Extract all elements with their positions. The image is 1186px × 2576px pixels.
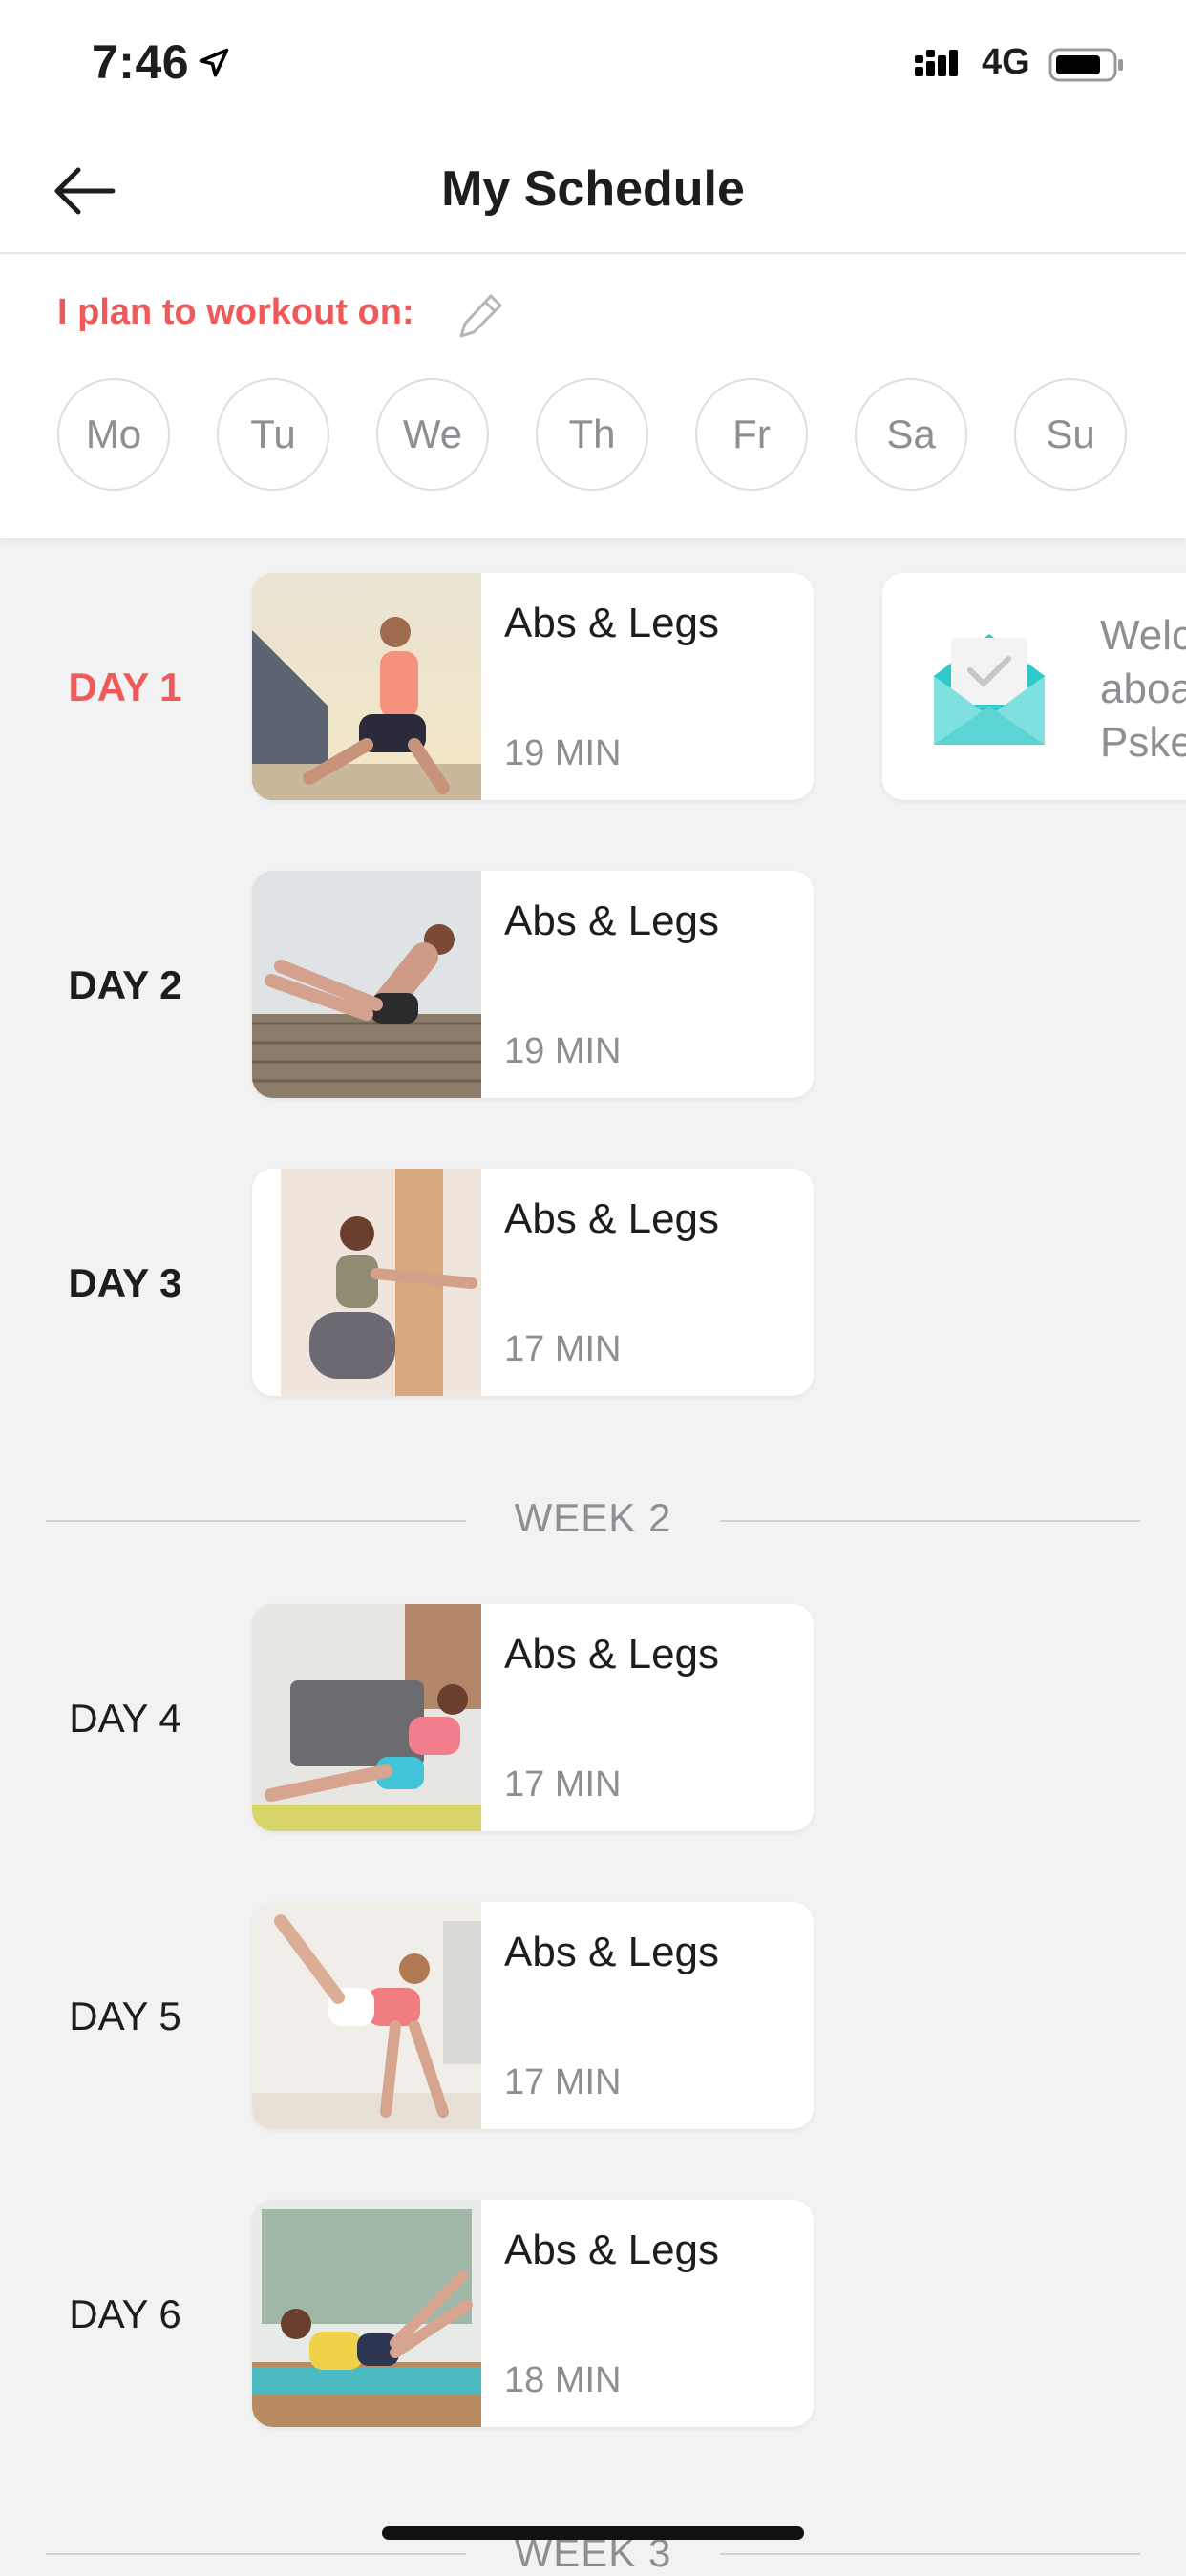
workout-thumbnail bbox=[252, 871, 481, 1098]
weekday-toggle-th[interactable]: Th bbox=[536, 378, 648, 491]
workout-card[interactable]: Abs & Legs 19 MIN bbox=[252, 573, 814, 800]
workout-card[interactable]: Abs & Legs 19 MIN bbox=[252, 871, 814, 1098]
workout-duration: 19 MIN bbox=[504, 733, 622, 773]
workout-card[interactable]: Abs & Legs 17 MIN bbox=[252, 1604, 814, 1831]
workout-thumbnail bbox=[252, 1169, 481, 1396]
workout-thumbnail bbox=[252, 1902, 481, 2129]
day-label: DAY 2 bbox=[68, 962, 182, 1007]
weekday-toggle-fr[interactable]: Fr bbox=[695, 378, 808, 491]
weekday-toggle-we[interactable]: We bbox=[376, 378, 489, 491]
top-bar: 7:46 4G My Schedule bbox=[0, 0, 1186, 254]
page-title: My Schedule bbox=[441, 161, 745, 217]
week-label: WEEK 2 bbox=[514, 1495, 672, 1540]
workout-card[interactable]: Abs & Legs 17 MIN bbox=[252, 1902, 814, 2129]
workout-duration: 17 MIN bbox=[504, 1329, 622, 1369]
day-label: DAY 3 bbox=[68, 1260, 182, 1305]
welcome-text: Welc aboa Pske bbox=[1100, 612, 1186, 766]
workout-title: Abs & Legs bbox=[504, 600, 720, 646]
network-type: 4G bbox=[982, 42, 1030, 82]
workout-title: Abs & Legs bbox=[504, 1929, 720, 1975]
workout-duration: 17 MIN bbox=[504, 2062, 622, 2102]
workout-title: Abs & Legs bbox=[504, 897, 720, 944]
day-label: DAY 1 bbox=[68, 665, 182, 709]
home-indicator[interactable] bbox=[382, 2526, 804, 2540]
workout-card[interactable]: Abs & Legs 17 MIN bbox=[252, 1169, 814, 1396]
status-time: 7:46 bbox=[92, 35, 190, 89]
workout-title: Abs & Legs bbox=[504, 2227, 720, 2273]
weekday-toggle-sa[interactable]: Sa bbox=[855, 378, 967, 491]
workout-days-panel: I plan to workout on: Mo Tu We Th Fr Sa … bbox=[0, 254, 1186, 538]
workout-card[interactable]: Abs & Legs 18 MIN bbox=[252, 2200, 814, 2427]
workout-duration: 18 MIN bbox=[504, 2360, 622, 2400]
day-label: DAY 6 bbox=[69, 2291, 181, 2336]
weekday-toggle-mo[interactable]: Mo bbox=[57, 378, 170, 491]
workout-thumbnail bbox=[252, 573, 481, 800]
battery-icon bbox=[1048, 48, 1123, 82]
workout-title: Abs & Legs bbox=[504, 1631, 720, 1678]
location-arrow-icon bbox=[199, 48, 229, 77]
day-label: DAY 5 bbox=[69, 1994, 181, 2038]
workout-duration: 17 MIN bbox=[504, 1764, 622, 1805]
weekday-toggle-su[interactable]: Su bbox=[1014, 378, 1127, 491]
mail-check-icon bbox=[934, 634, 1045, 745]
pencil-icon[interactable] bbox=[453, 288, 508, 344]
workout-title: Abs & Legs bbox=[504, 1195, 720, 1242]
day-label: DAY 4 bbox=[69, 1696, 181, 1741]
welcome-card[interactable]: Welc aboa Pske bbox=[882, 573, 1186, 800]
workout-duration: 19 MIN bbox=[504, 1031, 622, 1071]
plan-label: I plan to workout on: bbox=[57, 292, 414, 332]
signal-icon bbox=[915, 50, 958, 76]
weekday-toggle-tu[interactable]: Tu bbox=[217, 378, 329, 491]
workout-thumbnail bbox=[252, 2200, 481, 2427]
workout-thumbnail bbox=[252, 1604, 481, 1831]
